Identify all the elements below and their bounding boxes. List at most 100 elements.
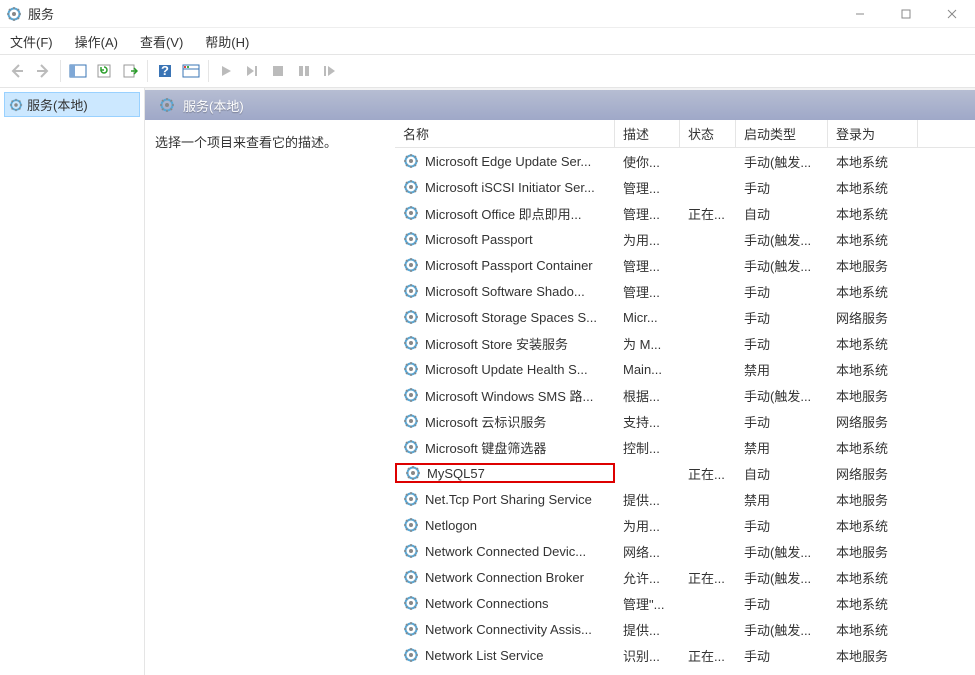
service-name: Network Connections [425,596,549,611]
service-startup: 自动 [736,204,828,223]
show-hide-tree-button[interactable] [65,58,91,84]
service-row[interactable]: Microsoft Storage Spaces S...Micr...手动网络… [395,304,975,330]
minimize-button[interactable] [837,0,883,28]
service-row[interactable]: Microsoft Software Shado...管理...手动本地系统 [395,278,975,304]
service-row[interactable]: MySQL57正在...自动网络服务 [395,460,975,486]
service-logon: 本地系统 [828,516,918,535]
description-hint: 选择一个项目来查看它的描述。 [155,132,385,151]
service-row[interactable]: Netlogon为用...手动本地系统 [395,512,975,538]
service-name-cell: Network Connections [395,595,615,611]
service-startup: 手动(触发... [736,542,828,561]
pause-service-button[interactable] [291,58,317,84]
service-name-cell: Microsoft 键盘筛选器 [395,438,615,457]
service-icon [403,283,419,299]
export-list-button[interactable] [117,58,143,84]
service-row[interactable]: Microsoft 键盘筛选器控制...禁用本地系统 [395,434,975,460]
menubar: 文件(F) 操作(A) 查看(V) 帮助(H) [0,28,975,54]
service-startup: 手动 [736,646,828,665]
nav-back-button[interactable] [4,58,30,84]
list-body: 选择一个项目来查看它的描述。 名称 描述 状态 启动类型 登录为 Microso… [145,120,975,675]
service-row[interactable]: Network Connectivity Assis...提供... 手动(触发.… [395,616,975,642]
services-icon [9,98,23,112]
column-name[interactable]: 名称 [395,120,615,147]
service-icon [403,647,419,663]
service-desc: 根据... [615,386,680,405]
service-logon: 本地服务 [828,542,918,561]
service-desc: Main... [615,362,680,377]
service-desc: 使你... [615,152,680,171]
service-name: Microsoft 键盘筛选器 [425,438,546,457]
service-row[interactable]: Net.Tcp Port Sharing Service提供...禁用本地服务 [395,486,975,512]
service-startup: 手动(触发... [736,568,828,587]
service-icon [403,153,419,169]
help-button[interactable]: ? [152,58,178,84]
service-desc: 提供... [615,490,680,509]
service-desc: 为用... [615,516,680,535]
menu-file[interactable]: 文件(F) [6,30,57,53]
services-icon [159,97,175,113]
service-desc: 为用... [615,230,680,249]
stop-service-button[interactable] [265,58,291,84]
service-desc: 提供... [615,620,680,639]
maximize-button[interactable] [883,0,929,28]
service-name: Microsoft 云标识服务 [425,412,546,431]
service-icon [403,205,419,221]
service-desc: 管理... [615,256,680,275]
refresh-button[interactable] [91,58,117,84]
service-startup: 手动(触发... [736,620,828,639]
svg-text:?: ? [161,63,169,78]
start-service-button[interactable] [213,58,239,84]
toolbar-separator [208,60,209,82]
tree-pane[interactable]: 服务(本地) [0,88,145,675]
services-app-icon [6,6,22,22]
toolbar: ? [0,54,975,88]
service-row[interactable]: Microsoft Store 安装服务为 M...手动本地系统 [395,330,975,356]
close-button[interactable] [929,0,975,28]
service-desc: 管理"... [615,594,680,613]
service-logon: 本地服务 [828,386,918,405]
service-row[interactable]: Microsoft 云标识服务支持...手动网络服务 [395,408,975,434]
service-name-cell: Network Connectivity Assis... [395,621,615,637]
service-row[interactable]: Microsoft Office 即点即用...管理...正在...自动本地系统 [395,200,975,226]
service-name: Microsoft Store 安装服务 [425,334,568,353]
services-table: 名称 描述 状态 启动类型 登录为 Microsoft Edge Update … [395,120,975,675]
service-name: Netlogon [425,518,477,533]
column-logon[interactable]: 登录为 [828,120,918,147]
restart-service-button[interactable] [317,58,343,84]
service-startup: 手动 [736,334,828,353]
service-row[interactable]: Network Connection Broker允许...正在...手动(触发… [395,564,975,590]
services-list[interactable]: Microsoft Edge Update Ser...使你...手动(触发..… [395,148,975,675]
properties-button[interactable] [178,58,204,84]
service-startup: 禁用 [736,360,828,379]
tree-item-label: 服务(本地) [27,95,88,114]
menu-view[interactable]: 查看(V) [136,30,187,53]
service-name-cell: Microsoft 云标识服务 [395,412,615,431]
service-row[interactable]: Network Connected Devic...网络...手动(触发...本… [395,538,975,564]
column-status[interactable]: 状态 [680,120,736,147]
service-row[interactable]: Network Connections管理"...手动本地系统 [395,590,975,616]
service-row[interactable]: Microsoft iSCSI Initiator Ser...管理...手动本… [395,174,975,200]
service-name: Microsoft Software Shado... [425,284,585,299]
service-name: Microsoft Update Health S... [425,362,588,377]
service-name-cell: Microsoft Storage Spaces S... [395,309,615,325]
service-startup: 手动(触发... [736,256,828,275]
service-row[interactable]: Microsoft Edge Update Ser...使你...手动(触发..… [395,148,975,174]
nav-forward-button[interactable] [30,58,56,84]
menu-help[interactable]: 帮助(H) [201,30,253,53]
service-row[interactable]: Microsoft Windows SMS 路...根据...手动(触发...本… [395,382,975,408]
tree-item-services-local[interactable]: 服务(本地) [4,92,140,117]
service-logon: 本地系统 [828,360,918,379]
start-once-button[interactable] [239,58,265,84]
service-row[interactable]: Microsoft Passport Container管理...手动(触发..… [395,252,975,278]
toolbar-separator [60,60,61,82]
service-row[interactable]: Network List Service识别...正在...手动本地服务 [395,642,975,668]
service-logon: 本地系统 [828,282,918,301]
titlebar: 服务 [0,0,975,28]
service-row[interactable]: Microsoft Passport为用...手动(触发...本地系统 [395,226,975,252]
column-desc[interactable]: 描述 [615,120,680,147]
service-icon [405,465,421,481]
main-pane: 服务(本地) 选择一个项目来查看它的描述。 名称 描述 状态 启动类型 登录为 … [145,88,975,675]
service-row[interactable]: Microsoft Update Health S... Main... 禁用本地系… [395,356,975,382]
column-startup[interactable]: 启动类型 [736,120,828,147]
menu-action[interactable]: 操作(A) [71,30,122,53]
